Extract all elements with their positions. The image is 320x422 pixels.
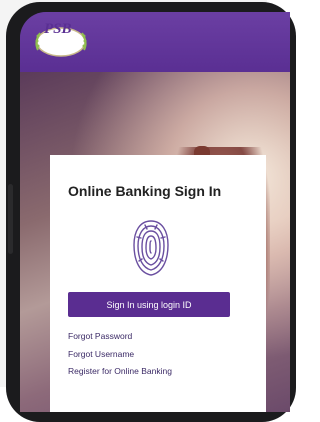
side-button [8,184,13,254]
signin-title: Online Banking Sign In [68,183,222,199]
logo-text: PSB [44,21,72,37]
signin-login-id-button[interactable]: Sign In using login ID [68,292,230,317]
fingerprint-icon[interactable] [131,217,171,279]
app-screen: PSB Online Banking Sign In Sign In using… [20,12,290,412]
device-frame: PSB Online Banking Sign In Sign In using… [0,0,296,422]
forgot-username-link[interactable]: Forgot Username [68,349,134,359]
phone-body: PSB Online Banking Sign In Sign In using… [6,2,296,422]
forgot-password-link[interactable]: Forgot Password [68,331,132,341]
register-link[interactable]: Register for Online Banking [68,366,172,376]
app-header: PSB [20,12,290,72]
signin-card: Online Banking Sign In Sign In using log… [50,155,266,412]
